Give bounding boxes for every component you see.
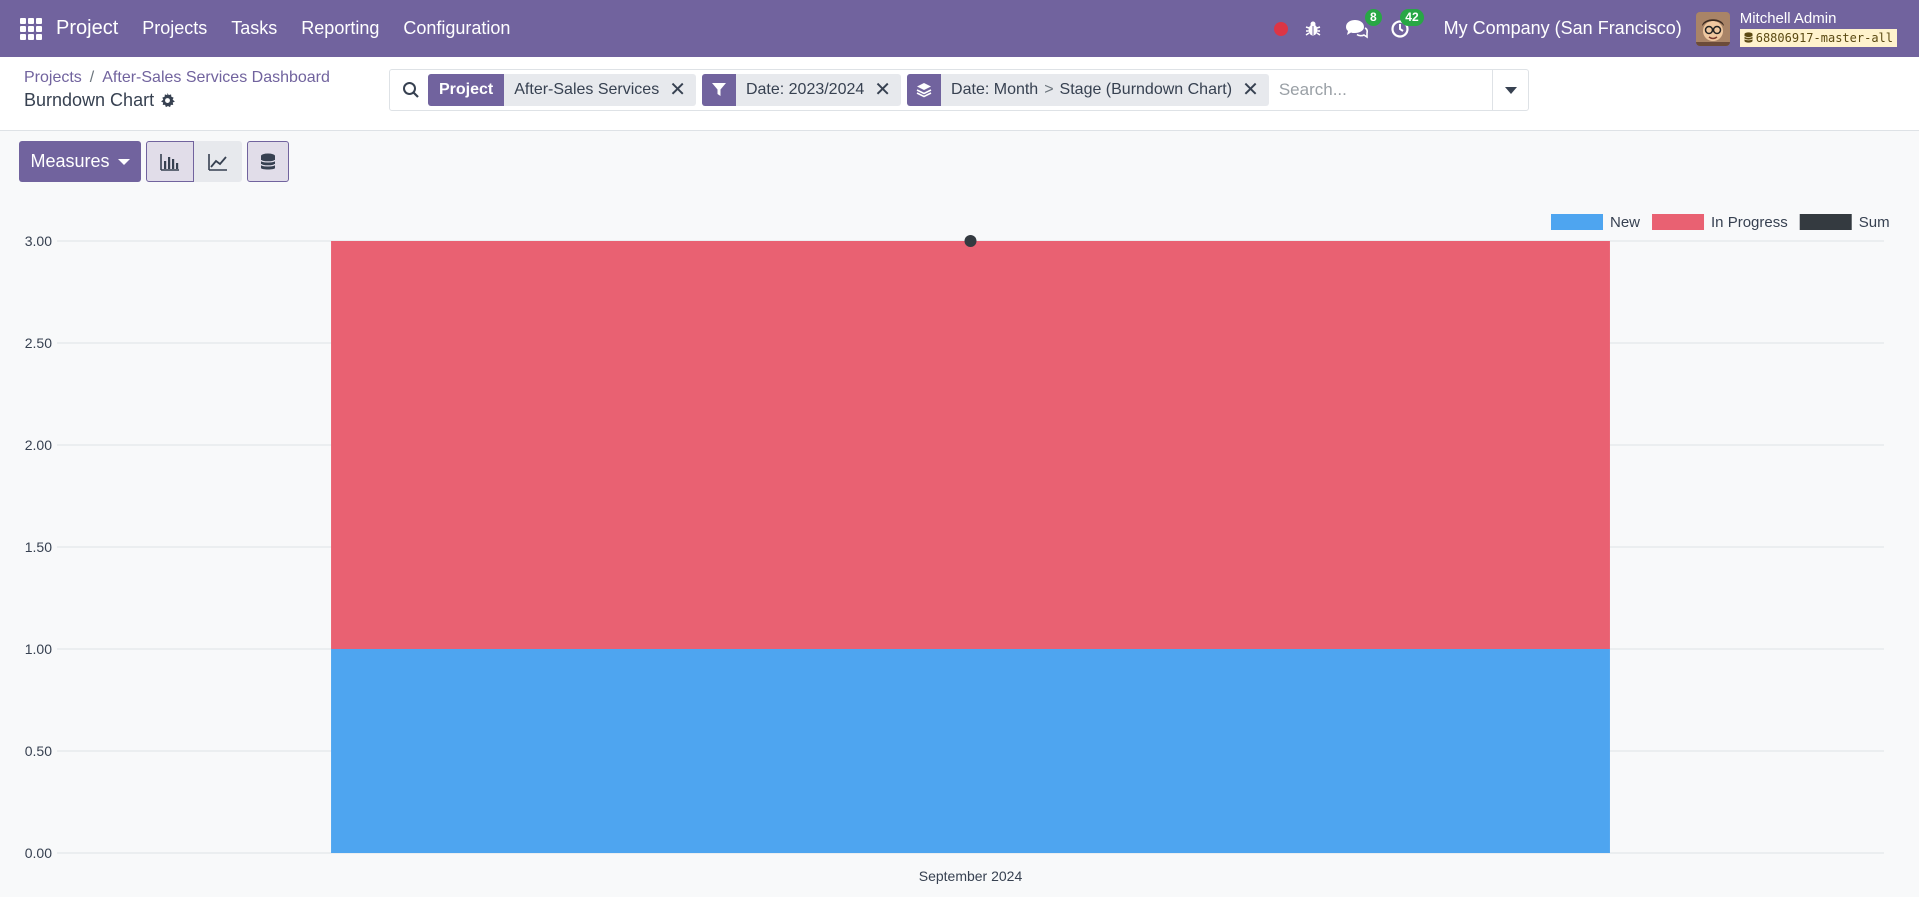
facet-date-filter: Date: 2023/2024 ✕ xyxy=(701,74,902,106)
line-chart-button[interactable] xyxy=(194,141,242,182)
search-icon[interactable] xyxy=(402,81,420,99)
facet-project-value: After-Sales Services xyxy=(514,81,660,98)
legend-swatch-new xyxy=(1551,214,1603,230)
app-menu-icon[interactable] xyxy=(20,17,42,40)
facet-project-label: Project xyxy=(428,74,505,106)
database-icon xyxy=(1744,32,1753,43)
groupby-second: Stage (Burndown Chart) xyxy=(1059,81,1233,98)
activities-clock-icon[interactable]: 42 xyxy=(1390,8,1424,39)
groupby-separator: > xyxy=(1044,81,1054,98)
breadcrumb-projects[interactable]: Projects xyxy=(24,69,82,86)
y-tick-label: 0.50 xyxy=(25,743,52,759)
facet-groupby-value: Date: Month > Stage (Burndown Chart) xyxy=(941,81,1242,99)
facet-project-remove-icon[interactable]: ✕ xyxy=(669,80,696,100)
recording-indicator-icon[interactable] xyxy=(1273,21,1288,36)
gear-icon[interactable] xyxy=(160,93,175,108)
debug-bug-icon[interactable] xyxy=(1304,20,1322,38)
y-tick-label: 0.00 xyxy=(25,845,52,861)
sum-point xyxy=(964,235,977,247)
burndown-chart: 0.00 0.50 1.00 1.50 2.00 2.50 3.00 September 20… xyxy=(25,214,1890,884)
bar-chart-button[interactable] xyxy=(146,141,194,182)
groupby-first: Date: Month xyxy=(951,81,1039,98)
chevron-down-icon xyxy=(1504,86,1517,94)
legend-label-in-progress: In Progress xyxy=(1711,214,1788,231)
layers-icon xyxy=(907,74,942,106)
facet-project: Project After-Sales Services ✕ xyxy=(428,74,696,106)
user-avatar[interactable] xyxy=(1695,11,1730,46)
search-bar: Project After-Sales Services ✕ Date: 202… xyxy=(389,69,1529,111)
breadcrumb-separator: / xyxy=(89,69,95,86)
measures-label: Measures xyxy=(30,151,110,171)
menu-projects[interactable]: Projects xyxy=(142,18,207,39)
facet-groupby: Date: Month > Stage (Burndown Chart) ✕ xyxy=(907,74,1269,106)
search-options-toggle[interactable] xyxy=(1492,70,1528,110)
activities-badge: 42 xyxy=(1400,8,1424,26)
legend-label-sum: Sum xyxy=(1859,214,1890,231)
bar-chart-icon xyxy=(160,153,179,171)
y-tick-label: 3.00 xyxy=(25,233,52,249)
line-chart-icon xyxy=(208,153,227,171)
breadcrumb: Projects / After-Sales Services Dashboard xyxy=(24,69,330,87)
legend-label-new: New xyxy=(1610,214,1640,231)
database-name: 68806917-master-all xyxy=(1755,30,1893,45)
facet-groupby-remove-icon[interactable]: ✕ xyxy=(1242,80,1269,100)
app-brand[interactable]: Project xyxy=(56,17,118,40)
menu-configuration[interactable]: Configuration xyxy=(403,18,510,39)
x-tick-label: September 2024 xyxy=(919,868,1023,884)
chart-type-switcher xyxy=(146,141,242,182)
bar-in-progress xyxy=(331,241,1610,649)
facet-date-remove-icon[interactable]: ✕ xyxy=(874,80,901,100)
control-panel: Projects / After-Sales Services Dashboard … xyxy=(0,57,1919,131)
y-tick-label: 1.00 xyxy=(25,641,52,657)
menu-reporting[interactable]: Reporting xyxy=(301,18,379,39)
caret-down-icon xyxy=(117,158,130,165)
menu-tasks[interactable]: Tasks xyxy=(231,18,277,39)
messages-badge: 8 xyxy=(1364,8,1382,26)
legend-swatch-sum xyxy=(1799,214,1852,230)
bar-new xyxy=(331,649,1610,853)
user-name: Mitchell Admin xyxy=(1739,9,1837,27)
stacked-toggle-button[interactable] xyxy=(247,141,289,182)
y-tick-label: 2.50 xyxy=(25,335,52,351)
page-title: Burndown Chart xyxy=(24,90,175,111)
search-input[interactable] xyxy=(1274,80,1485,100)
filter-icon xyxy=(701,74,736,106)
messages-chat-icon[interactable]: 8 xyxy=(1344,8,1382,39)
stack-database-icon xyxy=(260,153,276,169)
facet-date-value: Date: 2023/2024 xyxy=(745,81,865,98)
user-menu[interactable]: Mitchell Admin 68806917-master-all xyxy=(1739,9,1897,47)
database-tag: 68806917-master-all xyxy=(1739,28,1897,47)
page-title-text: Burndown Chart xyxy=(24,90,155,110)
top-navbar: Project Projects Tasks Reporting Configu… xyxy=(0,0,1919,57)
y-tick-label: 1.50 xyxy=(25,539,52,555)
breadcrumb-dashboard[interactable]: After-Sales Services Dashboard xyxy=(102,69,330,86)
measures-button[interactable]: Measures xyxy=(19,141,141,182)
y-tick-label: 2.00 xyxy=(25,437,52,453)
company-switcher[interactable]: My Company (San Francisco) xyxy=(1444,18,1682,39)
legend-swatch-in-progress xyxy=(1652,214,1705,230)
